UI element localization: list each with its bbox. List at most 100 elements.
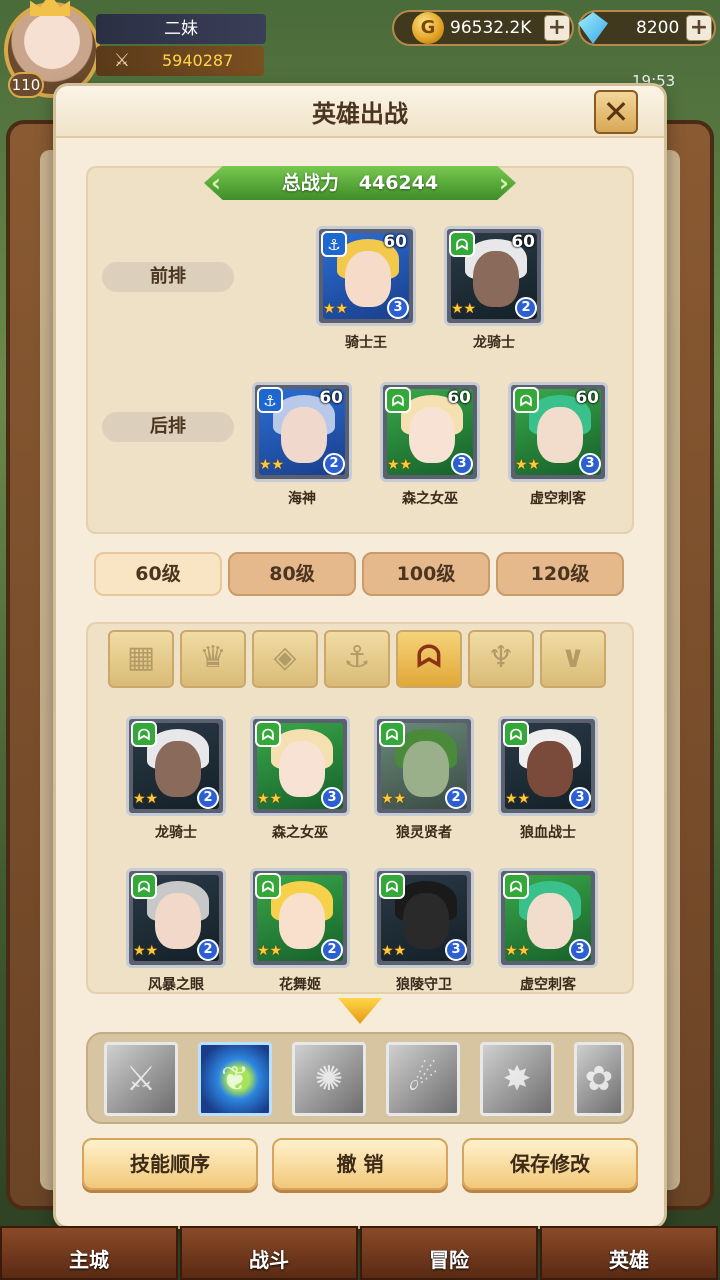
hero-name: 森之女巫 <box>272 825 328 841</box>
roster-hero[interactable]: ᗣ ★★ 3 森之女巫 <box>250 716 350 841</box>
diamond-icon: ◈ <box>273 640 297 675</box>
filter-beast-button[interactable]: ᗣ <box>396 630 462 688</box>
crown-icon <box>30 0 70 16</box>
hero-portrait-frame: ᗣ ★★ 3 <box>374 868 474 968</box>
hero-name: 龙骑士 <box>155 825 197 841</box>
star-count-badge: 2 <box>445 787 467 809</box>
grid-icon: ▦ <box>126 640 156 675</box>
face-shape <box>155 893 201 949</box>
filter-class-2-button[interactable]: ◈ <box>252 630 318 688</box>
skill-slot[interactable]: ☄ <box>386 1042 460 1116</box>
beast-icon: ᗣ <box>255 873 281 899</box>
tab-level-60[interactable]: 60级 <box>94 552 222 596</box>
back-slot-1[interactable]: ⚓ 60 ★★ 2 海神 <box>252 382 352 507</box>
star-icons: ★★ <box>451 301 477 317</box>
filter-horned-button[interactable]: ♆ <box>468 630 534 688</box>
player-level-badge: 110 <box>8 72 44 98</box>
star-icons: ★★ <box>259 457 285 473</box>
star-count-badge: 2 <box>323 453 345 475</box>
horned-icon: ♆ <box>487 640 515 675</box>
star-count-badge: 2 <box>515 297 537 319</box>
hero-portrait-frame: ᗣ 60 ★★ 3 <box>508 382 608 482</box>
hero-portrait-frame: ᗣ 60 ★★ 2 <box>444 226 544 326</box>
hero-portrait-frame: ᗣ ★★ 2 <box>126 716 226 816</box>
roster-hero[interactable]: ᗣ ★★ 3 狼陵守卫 <box>374 868 474 993</box>
star-count-badge: 2 <box>197 939 219 961</box>
front-slot-2[interactable]: ᗣ 60 ★★ 2 龙骑士 <box>444 226 544 351</box>
star-count-badge: 3 <box>451 453 473 475</box>
star-count-badge: 3 <box>445 939 467 961</box>
back-slot-3[interactable]: ᗣ 60 ★★ 3 虚空刺客 <box>508 382 608 507</box>
add-gem-button[interactable]: + <box>686 15 712 41</box>
hero-level: 60 <box>511 232 535 252</box>
swords-icon: ⚔ <box>113 50 131 71</box>
beast-icon: ᗣ <box>449 231 475 257</box>
roster-hero[interactable]: ᗣ ★★ 2 龙骑士 <box>126 716 226 841</box>
nav-battle[interactable]: 战斗 <box>180 1226 358 1280</box>
roster-hero[interactable]: ᗣ ★★ 3 虚空刺客 <box>498 868 598 993</box>
tab-level-80[interactable]: 80级 <box>228 552 356 596</box>
hero-name: 虚空刺客 <box>530 491 586 507</box>
beast-icon: ᗣ <box>131 721 157 747</box>
star-icons: ★★ <box>515 457 541 473</box>
burst-skill-icon: ✸ <box>502 1059 532 1099</box>
tab-level-100[interactable]: 100级 <box>362 552 490 596</box>
skill-slot[interactable]: ✺ <box>292 1042 366 1116</box>
star-icons: ★★ <box>505 943 531 959</box>
face-shape <box>403 741 449 797</box>
star-icons: ★★ <box>323 301 349 317</box>
face-shape <box>279 741 325 797</box>
face-shape <box>155 741 201 797</box>
back-slot-2[interactable]: ᗣ 60 ★★ 3 森之女巫 <box>380 382 480 507</box>
hero-name: 风暴之眼 <box>148 977 204 993</box>
filter-class-1-button[interactable]: ♛ <box>180 630 246 688</box>
skill-slot[interactable]: ✿ <box>574 1042 624 1116</box>
dialog-title: 英雄出战 <box>312 100 408 128</box>
anchor-icon: ⚓ <box>321 231 347 257</box>
hero-level: 60 <box>319 388 343 408</box>
star-icons: ★★ <box>505 791 531 807</box>
filter-all-button[interactable]: ▦ <box>108 630 174 688</box>
face-shape <box>403 893 449 949</box>
hero-portrait-frame: ⚓ 60 ★★ 3 <box>316 226 416 326</box>
skill-order-button[interactable]: 技能顺序 <box>82 1138 258 1190</box>
hero-name: 龙骑士 <box>473 335 515 351</box>
close-button[interactable]: ✕ <box>594 90 638 134</box>
star-count-badge: 3 <box>321 787 343 809</box>
skill-slot[interactable]: ✸ <box>480 1042 554 1116</box>
face-shape <box>527 893 573 949</box>
roster-hero[interactable]: ᗣ ★★ 2 风暴之眼 <box>126 868 226 993</box>
star-count-badge: 2 <box>197 787 219 809</box>
beast-icon: ᗣ <box>513 387 539 413</box>
star-icons: ★★ <box>387 457 413 473</box>
beast-icon: ᗣ <box>131 873 157 899</box>
front-slot-1[interactable]: ⚓ 60 ★★ 3 骑士王 <box>316 226 416 351</box>
roster-hero[interactable]: ᗣ ★★ 2 狼灵贤者 <box>374 716 474 841</box>
hero-portrait-frame: ᗣ ★★ 2 <box>374 716 474 816</box>
hero-name: 虚空刺客 <box>520 977 576 993</box>
hero-portrait-frame: ᗣ ★★ 2 <box>126 868 226 968</box>
skill-slot[interactable]: ❦ <box>198 1042 272 1116</box>
filter-v-button[interactable]: ∨ <box>540 630 606 688</box>
tab-level-120[interactable]: 120级 <box>496 552 624 596</box>
hero-name: 花舞姬 <box>279 977 321 993</box>
filter-anchor-button[interactable]: ⚓ <box>324 630 390 688</box>
nav-main-city[interactable]: 主城 <box>0 1226 178 1280</box>
hero-name: 狼陵守卫 <box>396 977 452 993</box>
nav-adventure[interactable]: 冒险 <box>360 1226 538 1280</box>
save-changes-button[interactable]: 保存修改 <box>462 1138 638 1190</box>
hero-portrait-frame: ᗣ ★★ 3 <box>498 868 598 968</box>
nav-heroes[interactable]: 英雄 <box>540 1226 718 1280</box>
face-shape <box>409 407 455 463</box>
crown-icon: ♛ <box>199 640 227 675</box>
skill-slot[interactable]: ⚔ <box>104 1042 178 1116</box>
roster-hero[interactable]: ᗣ ★★ 2 花舞姬 <box>250 868 350 993</box>
add-gold-button[interactable]: + <box>544 15 570 41</box>
hero-name: 狼灵贤者 <box>396 825 452 841</box>
scroll-down-icon[interactable] <box>338 998 382 1024</box>
undo-button[interactable]: 撤 销 <box>272 1138 448 1190</box>
star-count-badge: 3 <box>387 297 409 319</box>
total-power-label: 总战力 <box>281 172 339 194</box>
roster-hero[interactable]: ᗣ ★★ 3 狼血战士 <box>498 716 598 841</box>
star-icons: ★★ <box>133 791 159 807</box>
